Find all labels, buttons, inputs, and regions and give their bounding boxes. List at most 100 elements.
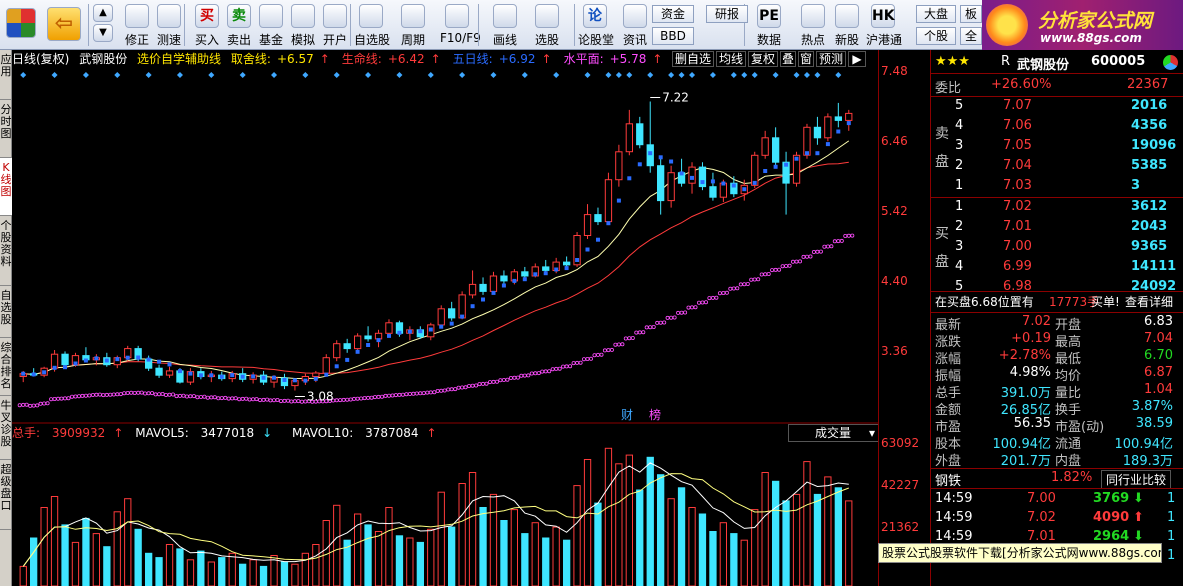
pie-status-icon[interactable] (1163, 55, 1178, 70)
volume-bar[interactable] (834, 487, 843, 586)
volume-bar[interactable] (824, 476, 832, 586)
side-tab-2[interactable]: K线图 (0, 158, 12, 216)
volume-bar[interactable] (197, 550, 205, 586)
volume-bar[interactable] (698, 513, 707, 586)
volume-bar[interactable] (740, 539, 748, 586)
volume-bar[interactable] (124, 498, 132, 586)
chart-button-3[interactable]: 叠 (780, 51, 796, 67)
volume-bar[interactable] (134, 528, 142, 586)
toolbar-button-12[interactable]: 论论股堂 (578, 2, 614, 48)
volume-bar[interactable] (249, 559, 257, 586)
toolbar-small-button-2[interactable]: 研报 (706, 5, 748, 23)
volume-bar[interactable] (563, 539, 571, 586)
volume-bar[interactable] (688, 507, 696, 586)
volume-bar[interactable] (437, 491, 445, 586)
chart-button-0[interactable]: 删自选 (672, 51, 714, 67)
toolbar-button-4[interactable]: 基金 (254, 2, 288, 48)
volume-bar[interactable] (615, 463, 623, 586)
view-detail-link[interactable]: 查看详细 (1125, 293, 1173, 310)
volume-chart[interactable] (12, 442, 878, 586)
toolbar-button-5[interactable]: 模拟 (286, 2, 320, 48)
volume-bar[interactable] (333, 504, 341, 586)
volume-bar[interactable] (521, 533, 529, 586)
toolbar-button-14[interactable]: PE 数据 (752, 2, 786, 48)
toolbar-small-button-6[interactable]: 板 (960, 5, 982, 23)
volume-bar[interactable] (489, 493, 498, 586)
volume-bar[interactable] (458, 483, 466, 586)
volume-bar[interactable] (40, 507, 48, 586)
volume-bar[interactable] (468, 472, 477, 586)
up-down-arrows-icon[interactable]: ▲ ▼ (90, 2, 116, 48)
side-tab-4[interactable]: 自选股 (0, 286, 12, 338)
toolbar-button-9[interactable]: F10/F9 (440, 2, 481, 48)
side-tab-5[interactable]: 综合排名 (0, 338, 12, 396)
volume-bar[interactable] (239, 563, 247, 586)
volume-bar[interactable] (583, 459, 592, 586)
volume-bar[interactable] (594, 502, 602, 586)
volume-bar[interactable] (416, 541, 425, 586)
candle[interactable] (824, 113, 832, 142)
volume-bar[interactable] (395, 535, 404, 586)
toolbar-small-button-5[interactable]: 个股 (916, 27, 956, 45)
volume-bar[interactable] (730, 533, 738, 586)
volume-bar[interactable] (542, 537, 550, 586)
volume-bar[interactable] (531, 522, 539, 586)
volume-bar[interactable] (761, 472, 769, 586)
candle[interactable] (604, 172, 613, 226)
volume-bar[interactable] (30, 537, 38, 586)
volume-bar[interactable] (165, 544, 174, 586)
volume-bar[interactable] (636, 489, 644, 586)
side-tab-0[interactable]: 应用 (0, 50, 12, 100)
volume-bar[interactable] (813, 493, 822, 586)
volume-bar[interactable] (92, 533, 100, 586)
volume-bar[interactable] (792, 493, 801, 586)
chart-button-5[interactable]: 预测 (816, 51, 846, 67)
indicator-name[interactable]: 选价自学辅助线 (137, 52, 221, 66)
industry-compare-button[interactable]: 同行业比较 (1101, 470, 1172, 489)
volume-bar[interactable] (677, 487, 686, 586)
volume-bar[interactable] (280, 561, 289, 586)
volume-bar[interactable] (657, 474, 665, 586)
chart-button-2[interactable]: 复权 (748, 51, 778, 67)
side-tab-6[interactable]: 牛叉诊股 (0, 396, 12, 460)
volume-bar[interactable] (374, 531, 383, 586)
volume-bar[interactable] (406, 537, 414, 586)
toolbar-small-button-1[interactable]: BBD (652, 27, 694, 45)
volume-bar[interactable] (155, 557, 163, 586)
volume-bar[interactable] (113, 511, 121, 586)
event-marker-1[interactable]: 榜 (649, 407, 661, 422)
toolbar-small-button-0[interactable]: 资金 (652, 5, 694, 23)
toolbar-button-15[interactable]: 热点 (796, 2, 830, 48)
candlestick-chart[interactable]: 7.22 3.08 财 榜 (12, 68, 878, 424)
volume-bar[interactable] (751, 509, 759, 586)
volume-bar[interactable] (228, 552, 236, 586)
pin-icon[interactable]: ▶ (848, 51, 866, 67)
volume-bar[interactable] (103, 546, 111, 586)
toolbar-button-13[interactable]: 资讯 (618, 2, 652, 48)
volume-bar[interactable] (719, 522, 728, 586)
volume-bar[interactable] (207, 561, 215, 586)
toolbar-button-3[interactable]: 卖卖出 (222, 2, 256, 48)
toolbar-button-7[interactable]: 自选股 (354, 2, 390, 48)
chart-button-1[interactable]: 均线 (716, 51, 746, 67)
chart-button-4[interactable]: 窗 (798, 51, 814, 67)
volume-bar[interactable] (186, 559, 195, 586)
side-tab-3[interactable]: 个股资料 (0, 216, 12, 286)
candle[interactable] (437, 305, 445, 327)
volume-bar[interactable] (448, 526, 456, 586)
volume-bar[interactable] (145, 552, 153, 586)
volume-bar[interactable] (19, 565, 27, 586)
volume-bar[interactable] (552, 526, 560, 586)
volume-bar[interactable] (82, 517, 90, 586)
toolbar-button-0[interactable]: 修正 (120, 2, 154, 48)
toolbar-button-16[interactable]: 新股 (830, 2, 864, 48)
volume-bar[interactable] (61, 524, 69, 586)
toolbar-small-button-4[interactable]: 大盘 (916, 5, 956, 23)
volume-bar[interactable] (803, 461, 811, 586)
volume-bar[interactable] (176, 548, 184, 586)
volume-bar[interactable] (573, 485, 581, 586)
volume-bar[interactable] (385, 507, 393, 586)
toolbar-button-1[interactable]: 测速 (152, 2, 186, 48)
volume-bar[interactable] (479, 507, 487, 586)
volume-bar[interactable] (604, 447, 613, 586)
